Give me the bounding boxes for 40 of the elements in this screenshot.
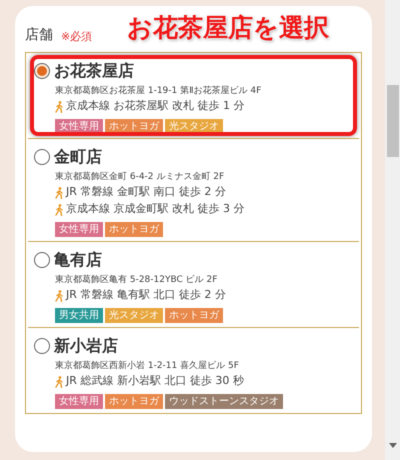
scrollbar[interactable] bbox=[385, 0, 400, 460]
walking-person-icon bbox=[55, 100, 64, 112]
annotation-text: お花茶屋店を選択 bbox=[127, 12, 329, 44]
radio-button[interactable] bbox=[34, 149, 50, 165]
store-name: お花茶屋店 bbox=[54, 61, 134, 81]
store-tag: ホットヨガ bbox=[105, 394, 163, 409]
walking-person-icon bbox=[55, 204, 64, 216]
access-info: 京成本線 お花茶屋駅 改札 徒歩 1 分 bbox=[66, 98, 244, 114]
store-address: 東京都葛飾区金町 6-4-2 ルミナス金町 2F bbox=[55, 170, 226, 184]
store-address: 東京都葛飾区西新小岩 1-2-11 喜久屋ビル 5F bbox=[55, 360, 240, 373]
walking-person-icon bbox=[55, 376, 64, 388]
walking-person-icon bbox=[55, 290, 64, 302]
radio-button[interactable] bbox=[34, 252, 50, 268]
walking-person-icon bbox=[55, 186, 64, 198]
access-info: JR 常磐線 亀有駅 北口 徒歩 2 分 bbox=[66, 287, 226, 304]
store-tag: 光スタジオ bbox=[105, 308, 163, 323]
store-tag: 女性専用 bbox=[55, 394, 103, 409]
scroll-down-icon[interactable] bbox=[389, 443, 397, 448]
store-address: 東京都葛飾区お花茶屋 1-19-1 第Ⅱお花茶屋ビル 4F bbox=[55, 84, 262, 98]
store-name: 新小岩店 bbox=[54, 336, 118, 356]
store-option[interactable]: 亀有店 東京都葛飾区亀有 5-28-12YBC ビル 2F JR 常磐線 亀有駅 北口 徒歩 2 分 男女共用 光スタジオ ホットヨガ bbox=[28, 241, 359, 327]
access-info: 京成本線 京成金町駅 改札 徒歩 3 分 bbox=[66, 201, 244, 218]
access-info: JR 常磐線 金町駅 南口 徒歩 2 分 bbox=[66, 184, 226, 200]
field-label: 店舗 bbox=[25, 26, 53, 45]
store-tag: ホットヨガ bbox=[165, 308, 223, 323]
store-option[interactable]: 金町店 東京都葛飾区金町 6-4-2 ルミナス金町 2F JR 常磐線 金町駅 南口 徒歩 2 分 京成本線 京成金町駅 改札 徒歩 3 分 女性専用 ホットヨガ bbox=[28, 138, 359, 241]
radio-button[interactable] bbox=[34, 63, 50, 79]
store-tag: 女性専用 bbox=[55, 222, 103, 237]
access-info: JR 総武線 新小岩駅 北口 徒歩 30 秒 bbox=[66, 373, 244, 390]
store-tag: 男女共用 bbox=[55, 308, 103, 323]
store-option[interactable]: 新小岩店 東京都葛飾区西新小岩 1-2-11 喜久屋ビル 5F JR 総武線 新小岩駅 北口 徒歩 30 秒 女性専用 ホットヨガ ウッドストーンスタジオ bbox=[28, 327, 359, 413]
store-tag: ウッドストーンスタジオ bbox=[165, 394, 283, 409]
required-note: ※必須 bbox=[61, 28, 92, 44]
radio-button[interactable] bbox=[34, 338, 50, 354]
store-name: 亀有店 bbox=[54, 250, 102, 270]
scrollbar-thumb[interactable] bbox=[387, 85, 399, 157]
store-name: 金町店 bbox=[54, 147, 102, 167]
store-address: 東京都葛飾区亀有 5-28-12YBC ビル 2F bbox=[55, 274, 218, 287]
store-tag: ホットヨガ bbox=[105, 222, 163, 237]
store-option[interactable]: お花茶屋店 東京都葛飾区お花茶屋 1-19-1 第Ⅱお花茶屋ビル 4F 京成本線 お花茶屋駅 改札 徒歩 1 分 女性専用 ホットヨガ 光スタジオ bbox=[28, 53, 359, 138]
